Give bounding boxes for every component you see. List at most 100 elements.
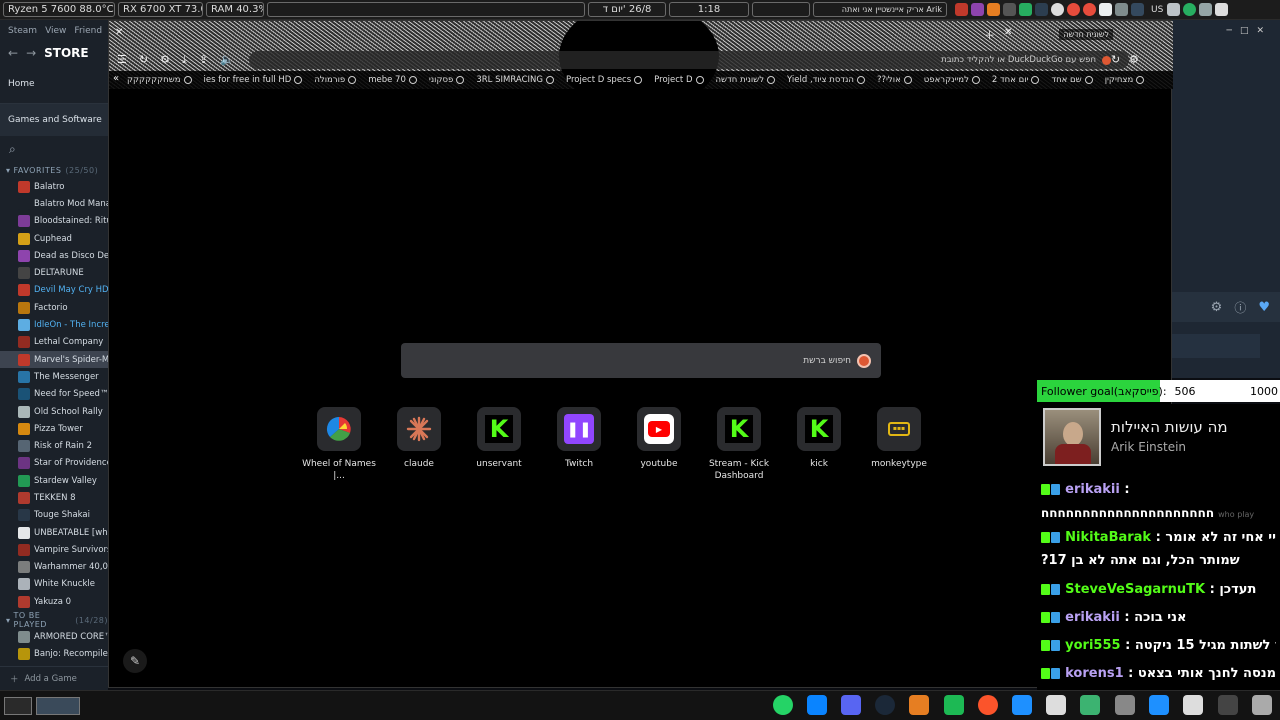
chevron-left-icon[interactable]: « xyxy=(113,73,119,84)
game-item[interactable]: ARMORED CORE™ xyxy=(0,628,108,645)
discord-icon[interactable] xyxy=(841,695,861,715)
url-bar[interactable]: חפש עם DuckDuckGo או להקליד כתובת xyxy=(249,51,1129,69)
game-item[interactable]: Banjo: Recompiled xyxy=(0,646,108,663)
tray-app-icon[interactable] xyxy=(1131,3,1144,16)
tray-app-icon[interactable] xyxy=(971,3,984,16)
bookmark-item[interactable]: Project D specs xyxy=(566,75,643,85)
game-item[interactable]: Old School Rally xyxy=(0,403,108,420)
tray-app-icon[interactable] xyxy=(1003,3,1016,16)
game-item[interactable]: IdleOn - The Incre xyxy=(0,316,108,333)
bookmark-item[interactable]: פסקוני xyxy=(429,75,465,85)
game-item[interactable]: Balatro Mod Mana xyxy=(0,195,108,212)
tray-app-icon[interactable] xyxy=(1019,3,1032,16)
workspace-preview[interactable] xyxy=(4,697,32,715)
bookmark-item[interactable]: ies for free in full HD xyxy=(204,75,303,85)
tray-app-icon[interactable] xyxy=(1035,3,1048,16)
gear-icon[interactable]: ⚙ xyxy=(1211,300,1223,315)
terminal-icon[interactable] xyxy=(1218,695,1238,715)
favorites-section-header[interactable]: ▾ FAVORITES (25/50) xyxy=(0,162,108,178)
stack-icon[interactable] xyxy=(1080,695,1100,715)
bookmark-item[interactable]: למיינקראפט xyxy=(924,75,980,85)
games-and-software-filter[interactable]: Games and Software xyxy=(0,104,108,136)
back-arrow-icon[interactable]: ← xyxy=(8,46,18,60)
home-nav[interactable]: Home xyxy=(0,64,108,104)
forward-arrow-icon[interactable]: → xyxy=(26,46,36,60)
bookmark-item[interactable]: שם אחד xyxy=(1051,75,1093,85)
bookmark-item[interactable]: ??אולי xyxy=(877,75,912,85)
github-icon[interactable] xyxy=(1051,3,1064,16)
game-item[interactable]: DELTARUNE xyxy=(0,264,108,281)
app-icon[interactable] xyxy=(1046,695,1066,715)
game-item[interactable]: Warhammer 40,00 xyxy=(0,559,108,576)
close-tab-icon[interactable]: ✕ xyxy=(1004,27,1012,38)
bookmark-item[interactable]: משחקקקקקק xyxy=(127,75,192,85)
volume-icon[interactable]: 🔈 xyxy=(220,53,234,67)
game-item[interactable]: The Messenger xyxy=(0,368,108,385)
speed-dial-item[interactable]: claude xyxy=(377,407,461,470)
spotify-icon[interactable] xyxy=(944,695,964,715)
game-item[interactable]: Balatro xyxy=(0,178,108,195)
add-game-button[interactable]: ＋ Add a Game xyxy=(0,666,108,690)
game-item[interactable]: Risk of Rain 2 xyxy=(0,437,108,454)
workspace-preview[interactable] xyxy=(36,697,80,715)
tray-app-icon[interactable] xyxy=(1067,3,1080,16)
menu-icon[interactable]: ☰ xyxy=(117,53,127,67)
notifications-icon[interactable] xyxy=(1215,3,1229,16)
bookmark-item[interactable]: פורמולה xyxy=(314,75,357,85)
speed-dial-item[interactable]: ❚❚ Twitch xyxy=(537,407,621,470)
game-item[interactable]: Bloodstained: Ritu xyxy=(0,213,108,230)
bookmark-item[interactable]: Project D xyxy=(654,75,704,85)
bookmark-item[interactable]: מצחיקין xyxy=(1105,75,1145,85)
menu-friends[interactable]: Friend xyxy=(74,26,102,36)
tray-app-icon[interactable] xyxy=(955,3,968,16)
close-icon[interactable]: ✕ xyxy=(115,27,123,38)
windows-icon[interactable] xyxy=(807,695,827,715)
extensions-icon[interactable]: ⚙ xyxy=(1129,53,1139,66)
bookmark-item[interactable]: mebe 70 xyxy=(368,75,417,85)
speed-dial-item[interactable]: Kkick xyxy=(777,407,861,470)
chat-username[interactable]: yori555 xyxy=(1065,638,1120,653)
safari-icon[interactable] xyxy=(1012,695,1032,715)
whatsapp-icon[interactable] xyxy=(773,695,793,715)
active-tab[interactable]: לשונית חדשה xyxy=(1059,29,1113,40)
bookmark-item[interactable]: Yield ,הנדסת ציוד xyxy=(787,75,865,85)
tray-app-icon[interactable] xyxy=(1083,3,1096,16)
bookmark-item[interactable]: יום אחד 2 xyxy=(992,75,1040,85)
speed-dial-item[interactable]: Kunservant xyxy=(457,407,541,470)
chat-username[interactable]: SteveVeSagarnuTK xyxy=(1065,582,1205,597)
game-item[interactable]: Cuphead xyxy=(0,230,108,247)
refresh-icon[interactable]: ↻ xyxy=(1111,53,1120,66)
speed-dial-item[interactable]: ▪▪▪ monkeytype xyxy=(857,407,941,470)
store-tab[interactable]: STORE xyxy=(44,46,88,60)
edit-pencil-icon[interactable]: ✎ xyxy=(123,649,147,673)
tray-app-icon[interactable] xyxy=(987,3,1000,16)
chrome-icon[interactable] xyxy=(1183,695,1203,715)
workspace-indicator[interactable] xyxy=(267,2,585,17)
bookmark-item[interactable]: 3RL SIMRACING xyxy=(476,75,554,85)
keyboard-layout[interactable]: US xyxy=(1151,5,1163,15)
game-item[interactable]: White Knuckle xyxy=(0,576,108,593)
game-item[interactable]: Factorio xyxy=(0,299,108,316)
speed-dial-item[interactable]: ▶ youtube xyxy=(617,407,701,470)
game-item[interactable]: Touge Shakai xyxy=(0,507,108,524)
chat-username[interactable]: NikitaBarak xyxy=(1065,530,1151,545)
game-item[interactable]: Need for Speed™ xyxy=(0,386,108,403)
to-be-played-section-header[interactable]: ▾ TO BE PLAYED (14/28) xyxy=(0,611,108,629)
tray-app-icon[interactable] xyxy=(1183,3,1197,16)
folder-icon[interactable] xyxy=(1115,695,1135,715)
network-icon[interactable] xyxy=(1199,3,1213,16)
info-icon[interactable]: ⓘ xyxy=(1234,299,1246,316)
store-icon[interactable] xyxy=(1149,695,1169,715)
game-item[interactable]: Pizza Tower xyxy=(0,420,108,437)
new-tab-icon[interactable]: ＋ xyxy=(984,27,995,43)
speed-dial-item[interactable]: K Stream - Kick Dashboard xyxy=(697,407,781,482)
settings-icon[interactable]: ⚙ xyxy=(160,53,170,67)
reload-icon[interactable]: ↻ xyxy=(139,53,148,67)
web-search-box[interactable]: חיפוש ברשת xyxy=(401,343,881,378)
tray-app-icon[interactable] xyxy=(1099,3,1112,16)
menu-steam[interactable]: Steam xyxy=(8,26,37,36)
app-icon[interactable] xyxy=(909,695,929,715)
download-icon[interactable]: ⤓ xyxy=(182,53,187,67)
search-icon[interactable]: ⌕ xyxy=(0,136,108,162)
game-item[interactable]: Yakuza 0 xyxy=(0,593,108,610)
